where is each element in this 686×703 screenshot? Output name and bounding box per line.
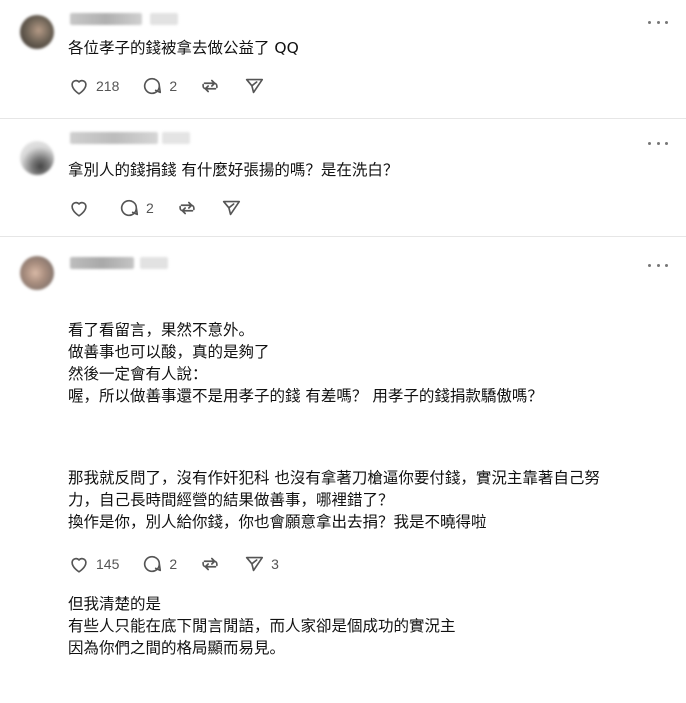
timestamp-blurred — [162, 132, 190, 144]
repost-icon — [199, 553, 221, 575]
username-blurred[interactable] — [70, 257, 134, 269]
send-icon — [220, 197, 242, 219]
share-button[interactable] — [220, 197, 242, 219]
reply-button[interactable]: 2 — [118, 197, 154, 219]
share-button[interactable]: 3 — [243, 553, 279, 575]
reply-count: 2 — [169, 78, 178, 94]
repost-button[interactable] — [199, 553, 221, 575]
repost-icon — [199, 75, 221, 97]
like-button[interactable] — [68, 197, 96, 219]
share-button[interactable] — [243, 75, 265, 97]
more-horizontal-icon — [648, 20, 651, 24]
send-icon — [243, 553, 265, 575]
avatar[interactable] — [20, 15, 54, 49]
send-icon — [243, 75, 265, 97]
comment-icon — [141, 75, 163, 97]
heart-icon — [68, 197, 90, 219]
post-actions: 145 2 3 — [68, 553, 301, 575]
heart-icon — [68, 553, 90, 575]
like-count: 145 — [96, 556, 120, 572]
post-text: 各位孝子的錢被拿去做公益了 QQ — [68, 39, 299, 57]
username-blurred[interactable] — [70, 13, 142, 25]
more-horizontal-icon — [648, 141, 651, 145]
comment-icon — [141, 553, 163, 575]
reply-count: 2 — [169, 556, 178, 572]
dot — [656, 263, 660, 267]
dot — [656, 20, 660, 24]
reply-button[interactable]: 2 — [141, 75, 177, 97]
divider — [0, 118, 686, 119]
dot — [656, 141, 660, 145]
share-count: 3 — [271, 556, 279, 572]
reply-count: 2 — [146, 200, 154, 216]
username-blurred[interactable] — [70, 132, 158, 144]
paragraph: 那我就反問了，沒有作奸犯科 也沒有拿著刀槍逼你要付錢，實況主靠著自己努 力，自己… — [68, 469, 600, 531]
divider — [0, 236, 686, 237]
repost-button[interactable] — [176, 197, 198, 219]
like-button[interactable]: 218 — [68, 75, 119, 97]
heart-icon — [68, 75, 90, 97]
post-text: 拿別人的錢捐錢 有什麼好張揚的嗎？是在洗白？ — [68, 161, 399, 179]
post-body: 看了看留言，果然不意外。 做善事也可以酸，真的是夠了 然後一定會有人說： 喔，所… — [68, 275, 600, 703]
dot — [665, 20, 668, 24]
like-button[interactable]: 145 — [68, 553, 119, 575]
more-horizontal-icon — [648, 263, 651, 267]
repost-button[interactable] — [199, 75, 221, 97]
timestamp-blurred — [150, 13, 178, 25]
post-actions: 218 2 — [68, 75, 287, 97]
dot — [665, 263, 668, 267]
more-options-button[interactable] — [648, 261, 668, 269]
timestamp-blurred — [140, 257, 168, 269]
paragraph: 看了看留言，果然不意外。 做善事也可以酸，真的是夠了 然後一定會有人說： 喔，所… — [68, 321, 543, 405]
repost-icon — [176, 197, 198, 219]
post-actions: 2 — [68, 197, 264, 219]
avatar[interactable] — [20, 256, 54, 290]
paragraph: 但我清楚的是 有些人只能在底下閒言閒語，而人家卻是個成功的實況主 因為你們之間的… — [68, 595, 456, 657]
comment-icon — [118, 197, 140, 219]
reply-button[interactable]: 2 — [141, 553, 177, 575]
dot — [665, 141, 668, 145]
avatar[interactable] — [20, 141, 54, 175]
like-count: 218 — [96, 78, 120, 94]
more-options-button[interactable] — [648, 139, 668, 147]
more-options-button[interactable] — [648, 18, 668, 26]
